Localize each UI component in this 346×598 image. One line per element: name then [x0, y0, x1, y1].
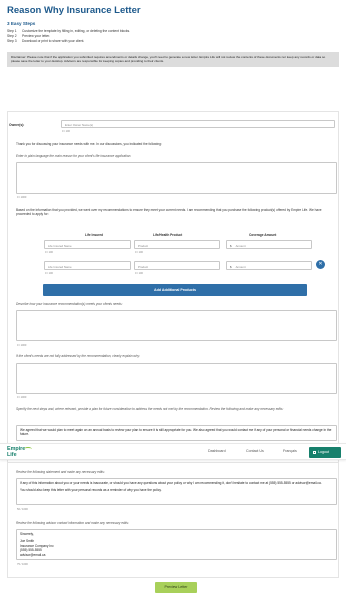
page: Reason Why Insurance Letter 3 Easy Steps…	[0, 0, 346, 598]
advisor-textarea[interactable]: Sincerely, Joe Smith Insurance Company I…	[16, 529, 337, 560]
describe-textarea[interactable]	[16, 310, 337, 341]
top-navbar: Empire Life Dashboard Contact Us Françai…	[0, 443, 346, 460]
product-counter: 0 / 100	[135, 251, 143, 254]
empire-life-logo[interactable]: Empire Life	[7, 446, 35, 459]
review-prompt: Review the following statement and make …	[16, 470, 105, 474]
next-steps-prompt: Specify the next steps and, where releva…	[16, 407, 284, 411]
product-input[interactable]: Product	[134, 240, 220, 249]
preview-letter-button[interactable]: Preview Letter	[155, 582, 197, 593]
col-life-insured: Life Insured	[85, 233, 104, 237]
product-counter: 0 / 100	[135, 272, 143, 275]
describe-prompt: Describe how your insurance recommendati…	[16, 302, 123, 306]
reason-textarea[interactable]	[16, 162, 337, 194]
owners-counter: 0 / 100	[62, 130, 70, 133]
recommend-text: Based on the information that you provid…	[16, 208, 322, 217]
disclaimer-box: Disclaimer: Please note that if the appl…	[7, 52, 339, 67]
step-3: Step 3 Download or print to share with yo…	[7, 39, 85, 44]
not-addressed-counter: 0 / 1000	[17, 396, 27, 399]
owners-input[interactable]: Enter Owner Name(s)	[61, 120, 335, 128]
reason-counter: 0 / 1000	[17, 196, 27, 199]
review-counter: 56 / 1000	[17, 508, 28, 511]
next-steps-textarea[interactable]: We agreed that we would plan to meet aga…	[16, 425, 337, 441]
amount-input[interactable]: $ Amount	[226, 240, 312, 249]
not-addressed-textarea[interactable]	[16, 363, 337, 394]
life-insured-input[interactable]: Life Insured Name	[44, 261, 131, 270]
intro-text: Thank you for discussing your insurance …	[16, 142, 162, 146]
col-amount: Coverage Amount	[249, 233, 277, 237]
logo-swoosh-icon	[24, 447, 32, 451]
remove-row-button[interactable]: ✕	[316, 260, 325, 269]
logout-button[interactable]: Logout	[309, 447, 341, 458]
owners-label: Owner(s):	[9, 123, 25, 127]
life-insured-counter: 0 / 100	[45, 251, 53, 254]
page-title: Reason Why Insurance Letter	[7, 5, 141, 16]
steps-title: 3 Easy Steps	[7, 21, 36, 26]
reason-prompt: Enter in plain language the main reason …	[16, 154, 132, 158]
nav-contact-us[interactable]: Contact Us	[246, 449, 264, 453]
logout-icon	[313, 450, 316, 454]
life-insured-counter: 0 / 100	[45, 272, 53, 275]
amount-input[interactable]: $ Amount	[226, 261, 312, 270]
col-product: Life/Health Product	[153, 233, 183, 237]
steps-list: Step 1 Customize the template by filling …	[7, 29, 130, 45]
review-textarea[interactable]: If any of this information about you or …	[16, 478, 337, 505]
not-addressed-prompt: If the client's needs are not fully addr…	[16, 354, 140, 358]
close-icon: ✕	[318, 261, 323, 267]
advisor-counter: 75 / 1000	[17, 563, 28, 566]
describe-counter: 0 / 1000	[17, 344, 27, 347]
nav-language-toggle[interactable]: Français	[283, 449, 297, 453]
nav-dashboard[interactable]: Dashboard	[208, 449, 226, 453]
advisor-prompt: Review the following advisor contact inf…	[16, 521, 129, 525]
add-products-button[interactable]: Add Additional Products	[43, 284, 307, 296]
life-insured-input[interactable]: Life Insured Name	[44, 240, 131, 249]
product-input[interactable]: Product	[134, 261, 220, 270]
